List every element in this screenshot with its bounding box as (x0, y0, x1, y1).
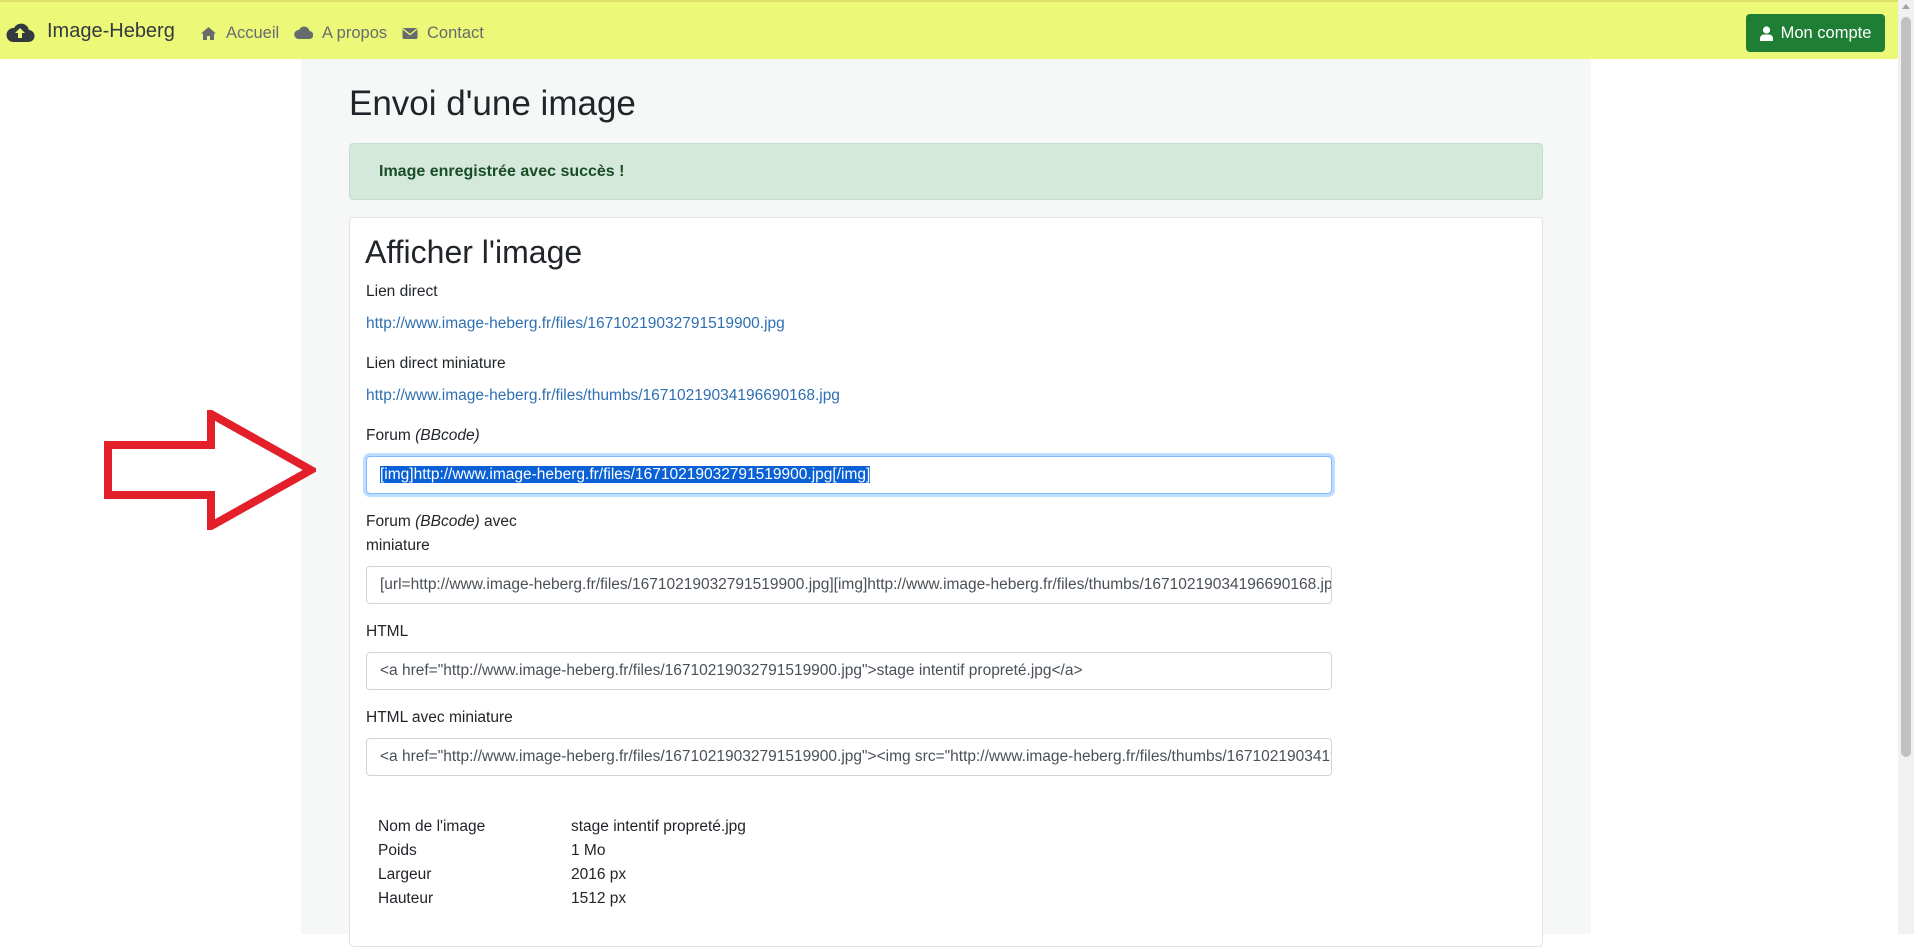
scrollbar-thumb[interactable] (1901, 17, 1911, 757)
nav-item-a-propos[interactable]: A propos (294, 22, 387, 44)
forum-bbcode-thumb-field[interactable]: [url=http://www.image-heberg.fr/files/16… (366, 566, 1332, 604)
html-field[interactable]: <a href="http://www.image-heberg.fr/file… (366, 652, 1332, 690)
info-value: 1 Mo (571, 842, 606, 859)
page-title: Envoi d'une image (349, 84, 636, 123)
forum-bbcode-selected-text: [img]http://www.image-heberg.fr/files/16… (380, 466, 871, 483)
thumb-link-label: Lien direct miniature (366, 355, 506, 372)
html-label: HTML (366, 623, 409, 640)
forum-label-em: (BBcode) (415, 427, 480, 444)
account-button[interactable]: Mon compte (1746, 14, 1885, 52)
info-value: stage intentif propreté.jpg (571, 818, 746, 835)
info-key: Poids (378, 842, 417, 859)
card-title: Afficher l'image (365, 234, 583, 270)
nav-item-label: Contact (427, 23, 484, 42)
envelope-icon (402, 27, 418, 39)
nav-item-label: Accueil (226, 23, 280, 42)
info-value: 1512 px (571, 890, 627, 907)
cloud-upload-icon[interactable] (5, 21, 35, 43)
home-icon (201, 26, 216, 40)
forum-bbcode-field[interactable]: [img]http://www.image-heberg.fr/files/16… (366, 456, 1332, 494)
forum-label-text: Forum (366, 427, 411, 444)
forum-thumb-label-prefix: Forum (366, 513, 411, 530)
navbar: Image-Heberg Accueil A propos Contact Mo… (0, 0, 1898, 59)
forum-bbcode-label: Forum (BBcode) (366, 424, 480, 448)
success-alert-text: Image enregistrée avec succès ! (379, 162, 625, 180)
info-key: Nom de l'image (378, 818, 486, 835)
nav-item-contact[interactable]: Contact (402, 22, 484, 44)
html-thumb-label: HTML avec miniature (366, 709, 513, 726)
forum-thumb-label-em: (BBcode) (415, 513, 480, 530)
cloud-icon (294, 26, 313, 40)
info-key: Largeur (378, 866, 432, 883)
forum-thumb-label-line2: miniature (366, 537, 430, 554)
forum-thumb-label-suffix: avec (484, 513, 517, 530)
direct-link[interactable]: http://www.image-heberg.fr/files/1671021… (366, 315, 785, 333)
html-thumb-field[interactable]: <a href="http://www.image-heberg.fr/file… (366, 738, 1332, 776)
info-key: Hauteur (378, 890, 434, 907)
success-alert: Image enregistrée avec succès ! (349, 143, 1543, 200)
nav-item-label: A propos (322, 23, 388, 42)
nav-item-accueil[interactable]: Accueil (200, 22, 279, 44)
page-scrollbar[interactable] (1898, 0, 1914, 934)
info-value: 2016 px (571, 866, 627, 883)
brand-name[interactable]: Image-Heberg (47, 20, 175, 43)
account-button-label: Mon compte (1780, 23, 1872, 42)
scroll-up-arrow-icon[interactable] (1902, 4, 1910, 9)
thumb-link[interactable]: http://www.image-heberg.fr/files/thumbs/… (366, 387, 840, 405)
direct-link-label: Lien direct (366, 283, 438, 300)
user-icon (1759, 25, 1773, 41)
annotation-arrow-icon (104, 410, 316, 530)
forum-bbcode-thumb-label: Forum (BBcode) avec miniature (366, 510, 517, 558)
